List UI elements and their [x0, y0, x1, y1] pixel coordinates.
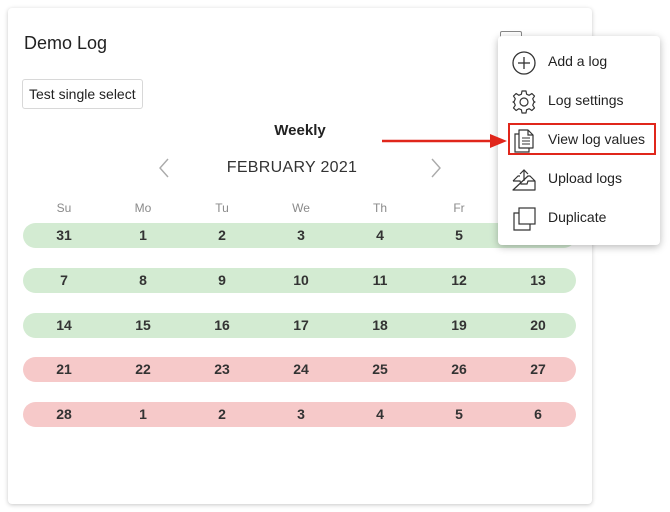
week-row-1[interactable]: 31 1 2 3 4 5 6: [23, 223, 576, 248]
day-cell[interactable]: 24: [271, 357, 331, 382]
menu-item-upload-logs[interactable]: Upload logs: [498, 161, 660, 197]
day-cell[interactable]: 19: [429, 313, 489, 338]
weekday-we: We: [292, 201, 310, 215]
gear-icon: [512, 90, 536, 114]
day-cell[interactable]: 16: [192, 313, 252, 338]
day-cell[interactable]: 1: [113, 402, 173, 427]
duplicate-icon: [513, 207, 536, 231]
day-cell[interactable]: 14: [34, 313, 94, 338]
weekday-mo: Mo: [134, 201, 152, 215]
menu-item-add-log[interactable]: Add a log: [498, 44, 660, 80]
day-cell[interactable]: 31: [34, 223, 94, 248]
day-cell[interactable]: 2: [192, 223, 252, 248]
annotation-arrow-icon: [382, 134, 507, 148]
day-cell[interactable]: 4: [350, 223, 410, 248]
day-cell[interactable]: 8: [113, 268, 173, 293]
next-month-chevron-icon[interactable]: [429, 157, 443, 179]
menu-item-label: Upload logs: [548, 170, 622, 186]
menu-item-label: Add a log: [548, 53, 608, 69]
day-cell[interactable]: 20: [508, 313, 568, 338]
upload-tray-icon: [512, 169, 536, 191]
day-cell[interactable]: 6: [508, 402, 568, 427]
week-row-5[interactable]: 28 1 2 3 4 5 6: [23, 402, 576, 427]
single-select-button[interactable]: Test single select: [22, 79, 143, 109]
day-cell[interactable]: 7: [34, 268, 94, 293]
previous-month-chevron-icon[interactable]: [157, 157, 171, 179]
day-cell[interactable]: 28: [34, 402, 94, 427]
log-title: Demo Log: [24, 33, 108, 53]
day-cell[interactable]: 5: [429, 402, 489, 427]
week-row-3[interactable]: 14 15 16 17 18 19 20: [23, 313, 576, 338]
day-cell[interactable]: 17: [271, 313, 331, 338]
week-row-4[interactable]: 21 22 23 24 25 26 27: [23, 357, 576, 382]
day-cell[interactable]: 2: [192, 402, 252, 427]
day-cell[interactable]: 3: [271, 223, 331, 248]
menu-item-duplicate[interactable]: Duplicate: [498, 200, 660, 236]
plus-circle-icon: [512, 51, 536, 75]
month-label: FEBRUARY 2021: [226, 159, 358, 176]
period-label: Weekly: [274, 122, 326, 139]
day-cell[interactable]: 18: [350, 313, 410, 338]
weekday-su: Su: [56, 201, 72, 215]
day-cell[interactable]: 1: [113, 223, 173, 248]
day-cell[interactable]: 21: [34, 357, 94, 382]
weekday-th: Th: [372, 201, 387, 215]
weekday-fr: Fr: [453, 201, 465, 215]
menu-item-label: Duplicate: [548, 209, 607, 225]
day-cell[interactable]: 11: [350, 268, 410, 293]
day-cell[interactable]: 23: [192, 357, 252, 382]
day-cell[interactable]: 22: [113, 357, 173, 382]
highlight-box: [508, 123, 656, 155]
day-cell[interactable]: 10: [271, 268, 331, 293]
day-cell[interactable]: 4: [350, 402, 410, 427]
weekday-tu: Tu: [215, 201, 229, 215]
day-cell[interactable]: 27: [508, 357, 568, 382]
menu-item-log-settings[interactable]: Log settings: [498, 83, 660, 119]
day-cell[interactable]: 5: [429, 223, 489, 248]
day-cell[interactable]: 25: [350, 357, 410, 382]
week-row-2[interactable]: 7 8 9 10 11 12 13: [23, 268, 576, 293]
day-cell[interactable]: 26: [429, 357, 489, 382]
day-cell[interactable]: 9: [192, 268, 252, 293]
day-cell[interactable]: 13: [508, 268, 568, 293]
menu-item-label: Log settings: [548, 92, 624, 108]
day-cell[interactable]: 15: [113, 313, 173, 338]
day-cell[interactable]: 3: [271, 402, 331, 427]
day-cell[interactable]: 12: [429, 268, 489, 293]
